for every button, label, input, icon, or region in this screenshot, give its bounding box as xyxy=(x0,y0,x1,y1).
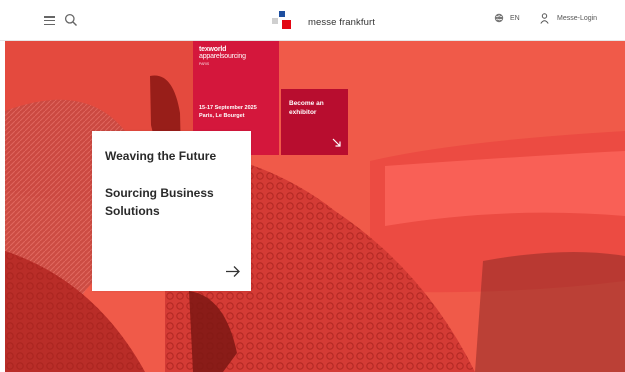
arrow-down-right-icon xyxy=(332,138,341,147)
login-link[interactable]: Messe-Login xyxy=(540,13,597,24)
messe-frankfurt-logo-icon[interactable] xyxy=(272,11,292,33)
hero-content-card: Weaving the Future Sourcing Business Sol… xyxy=(92,131,251,291)
brand-city: PARIS xyxy=(199,62,210,66)
exhibitor-label: Become an exhibitor xyxy=(289,100,324,116)
hero-headline: Weaving the Future xyxy=(105,149,217,163)
brand-texworld: texworld xyxy=(199,46,227,53)
user-icon xyxy=(540,13,549,24)
search-icon[interactable] xyxy=(64,13,78,27)
event-dates: 15-17 September 2025 xyxy=(199,105,257,111)
hero-subline: Sourcing Business Solutions xyxy=(105,186,214,218)
globe-icon xyxy=(494,13,504,23)
language-label: EN xyxy=(510,14,520,22)
language-selector[interactable]: EN xyxy=(494,13,520,23)
event-location: Paris, Le Bourget xyxy=(199,113,245,119)
become-exhibitor-button[interactable]: Become an exhibitor xyxy=(281,89,348,155)
hamburger-menu-icon[interactable] xyxy=(44,16,55,26)
login-label: Messe-Login xyxy=(557,15,598,22)
top-navigation: messe frankfurt EN Messe-Login xyxy=(0,0,625,41)
brand-apparelsourcing: apparelsourcing xyxy=(199,53,246,60)
logo-text[interactable]: messe frankfurt xyxy=(308,17,375,28)
arrow-right-icon[interactable] xyxy=(225,265,241,278)
